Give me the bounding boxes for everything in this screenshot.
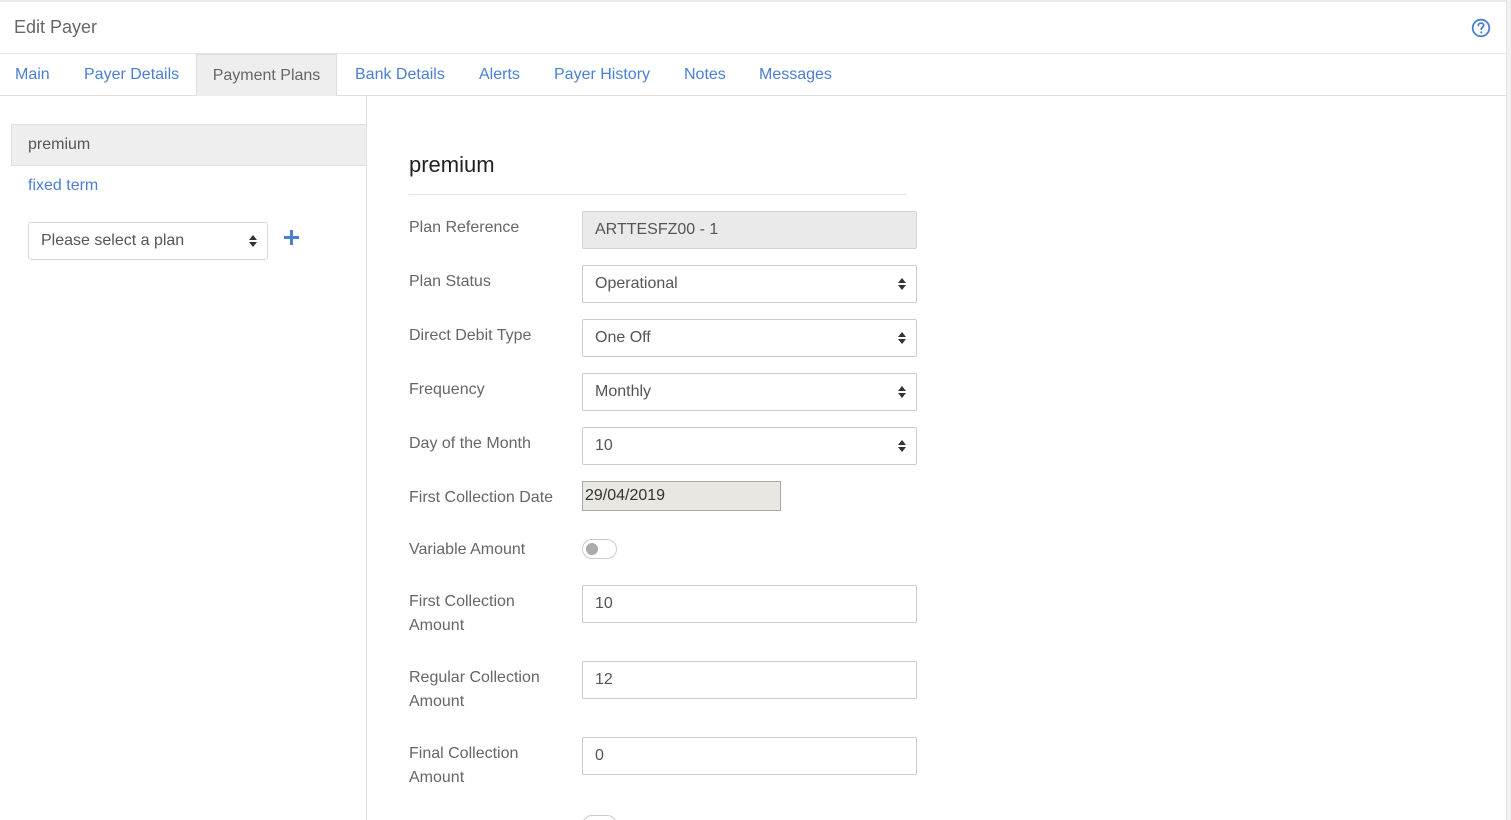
variable-amount-toggle[interactable]: [582, 539, 617, 559]
plan-title: premium: [409, 152, 495, 177]
first-collection-amount-input[interactable]: 10: [582, 585, 917, 623]
sort-arrows-icon: [898, 332, 906, 344]
variable-amount-label: Variable Amount: [409, 541, 526, 558]
final-collection-amount-label: Final Collection Amount: [409, 742, 518, 790]
first-collection-amount-label: First Collection Amount: [409, 590, 515, 638]
regular-collection-amount-input[interactable]: 12: [582, 661, 917, 699]
final-collection-amount-label-line1: Final Collection: [409, 745, 519, 762]
direct-debit-type-select[interactable]: One Off: [582, 319, 917, 357]
partial-toggle[interactable]: [582, 815, 617, 820]
sort-arrows-icon: [898, 440, 906, 452]
page-title: Edit Payer: [14, 17, 98, 37]
first-collection-amount-label-line1: First Collection: [409, 593, 515, 610]
frequency-label: Frequency: [409, 381, 485, 398]
regular-collection-amount-label: Regular Collection Amount: [409, 666, 540, 714]
tab-payer-details[interactable]: Payer Details: [84, 54, 179, 96]
tab-messages[interactable]: Messages: [759, 54, 832, 96]
direct-debit-type-value: One Off: [595, 329, 651, 346]
divider: [409, 194, 907, 195]
plan-reference-field: ARTTESFZ00 - 1: [582, 211, 917, 249]
first-collection-date-input[interactable]: 29/04/2019: [582, 481, 781, 511]
final-collection-amount-input[interactable]: 0: [582, 737, 917, 775]
first-collection-date-label: First Collection Date: [409, 489, 554, 506]
select-plan-value: Please select a plan: [41, 232, 185, 249]
frequency-value: Monthly: [595, 383, 652, 400]
select-plan-dropdown[interactable]: Please select a plan: [28, 222, 268, 260]
plan-status-select[interactable]: Operational: [582, 265, 917, 303]
plus-icon[interactable]: [283, 229, 300, 246]
toggle-knob: [586, 543, 598, 555]
sort-arrows-icon: [898, 278, 906, 290]
scrollbar[interactable]: [1506, 0, 1511, 820]
sort-arrows-icon: [898, 386, 906, 398]
plan-item-fixed-term[interactable]: fixed term: [28, 177, 98, 195]
question-circle-icon[interactable]: [1471, 18, 1491, 38]
day-of-month-value: 10: [595, 437, 613, 454]
plan-status-value: Operational: [595, 275, 678, 292]
day-of-month-select[interactable]: 10: [582, 427, 917, 465]
plan-sidebar: premium fixed term Please select a plan: [0, 96, 367, 820]
day-of-month-label: Day of the Month: [409, 435, 531, 452]
tab-main[interactable]: Main: [15, 54, 50, 96]
page-header: Edit Payer: [0, 2, 1506, 54]
tab-bar: Main Payer Details Payment Plans Bank De…: [0, 54, 1506, 96]
tab-bank-details[interactable]: Bank Details: [355, 54, 445, 96]
first-collection-amount-label-line2: Amount: [409, 617, 465, 634]
final-collection-amount-label-line2: Amount: [409, 769, 465, 786]
plan-item-premium[interactable]: premium: [11, 124, 367, 166]
tab-payer-history[interactable]: Payer History: [554, 54, 650, 96]
regular-collection-amount-label-line1: Regular Collection: [409, 669, 540, 686]
tab-notes[interactable]: Notes: [684, 54, 726, 96]
sort-arrows-icon: [249, 235, 257, 247]
tab-alerts[interactable]: Alerts: [479, 54, 520, 96]
direct-debit-type-label: Direct Debit Type: [409, 327, 532, 344]
plan-reference-label: Plan Reference: [409, 219, 520, 236]
plan-status-label: Plan Status: [409, 273, 491, 290]
frequency-select[interactable]: Monthly: [582, 373, 917, 411]
tab-payment-plans[interactable]: Payment Plans: [196, 54, 337, 96]
regular-collection-amount-label-line2: Amount: [409, 693, 465, 710]
